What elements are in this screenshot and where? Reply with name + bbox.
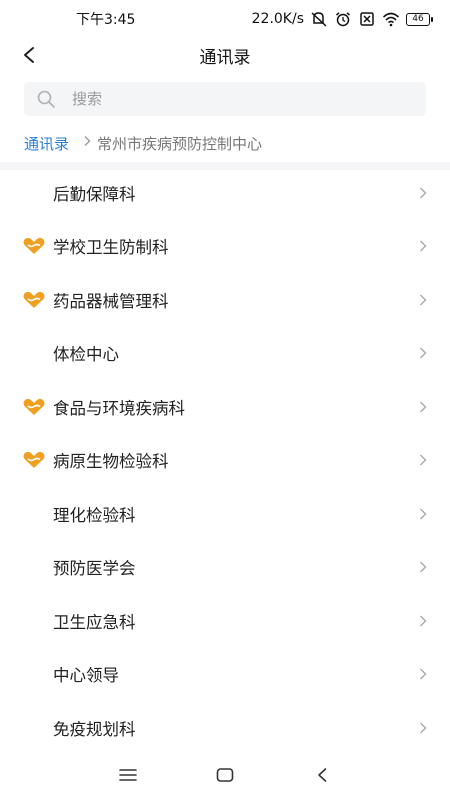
sim-off-icon: [358, 11, 376, 27]
department-list: 后勤保障科 学校卫生防制科 药品器械管理科 体检中心 食品与环境疾病科 病原生物…: [0, 166, 450, 755]
department-name: 预防医学会: [53, 559, 136, 579]
search-input[interactable]: [72, 90, 372, 108]
battery-level: 46: [412, 13, 424, 24]
heart-badge-icon: [23, 291, 45, 308]
list-item[interactable]: 预防医学会: [0, 541, 450, 595]
chevron-right-icon: [420, 240, 427, 252]
heart-badge-icon: [23, 398, 45, 415]
chevron-right-icon: [420, 508, 427, 520]
chevron-right-icon: [420, 615, 427, 627]
back-arrow-icon: [24, 47, 34, 63]
breadcrumb-root-link[interactable]: 通讯录: [24, 133, 69, 154]
header: 通讯录: [0, 38, 450, 72]
list-item[interactable]: 免疫规划科: [0, 701, 450, 755]
chevron-right-icon: [420, 668, 427, 680]
mute-icon: [310, 11, 328, 27]
status-bar: 下午3:45 22.0K/s 46: [0, 0, 450, 38]
department-name: 卫生应急科: [53, 612, 136, 632]
department-name: 体检中心: [53, 345, 119, 365]
menu-button[interactable]: [108, 755, 148, 795]
breadcrumb: 通讯录 常州市疾病预防控制中心: [24, 128, 262, 158]
alarm-icon: [334, 11, 352, 27]
chevron-right-icon: [420, 454, 427, 466]
department-name: 病原生物检验科: [53, 452, 169, 472]
status-icons: 22.0K/s 46: [251, 11, 433, 27]
breadcrumb-current: 常州市疾病预防控制中心: [97, 134, 263, 153]
wifi-icon: [382, 11, 400, 27]
search-bar[interactable]: [24, 82, 426, 116]
chevron-right-icon: [420, 722, 427, 734]
network-speed: 22.0K/s: [251, 11, 304, 27]
chevron-right-icon: [420, 187, 427, 199]
chevron-right-icon: [420, 294, 427, 306]
list-item[interactable]: 病原生物检验科: [0, 434, 450, 488]
battery-icon: 46: [406, 12, 433, 26]
chevron-right-icon: [83, 135, 91, 151]
department-name: 中心领导: [53, 666, 119, 686]
back-button[interactable]: [14, 40, 44, 70]
list-item[interactable]: 学校卫生防制科: [0, 220, 450, 274]
list-item[interactable]: 食品与环境疾病科: [0, 380, 450, 434]
department-name: 理化检验科: [53, 505, 136, 525]
back-icon: [317, 768, 326, 782]
department-name: 学校卫生防制科: [53, 238, 169, 258]
heart-badge-icon: [23, 452, 45, 469]
menu-icon: [119, 769, 138, 781]
department-name: 食品与环境疾病科: [53, 398, 185, 418]
department-name: 后勤保障科: [53, 184, 136, 204]
list-item[interactable]: 药品器械管理科: [0, 273, 450, 327]
chevron-right-icon: [420, 561, 427, 573]
system-nav-bar: [0, 750, 450, 800]
heart-badge-icon: [23, 238, 45, 255]
chevron-right-icon: [420, 347, 427, 359]
department-name: 免疫规划科: [53, 719, 136, 739]
list-item[interactable]: 后勤保障科: [0, 166, 450, 220]
status-time: 下午3:45: [76, 12, 136, 28]
department-name: 药品器械管理科: [53, 291, 169, 311]
list-item[interactable]: 理化检验科: [0, 487, 450, 541]
list-item[interactable]: 中心领导: [0, 648, 450, 702]
home-icon: [216, 768, 234, 782]
list-item[interactable]: 卫生应急科: [0, 594, 450, 648]
system-back-button[interactable]: [302, 755, 342, 795]
list-item[interactable]: 体检中心: [0, 327, 450, 381]
search-icon: [37, 90, 55, 108]
chevron-right-icon: [420, 401, 427, 413]
page-title: 通讯录: [199, 47, 251, 68]
home-button[interactable]: [205, 755, 245, 795]
